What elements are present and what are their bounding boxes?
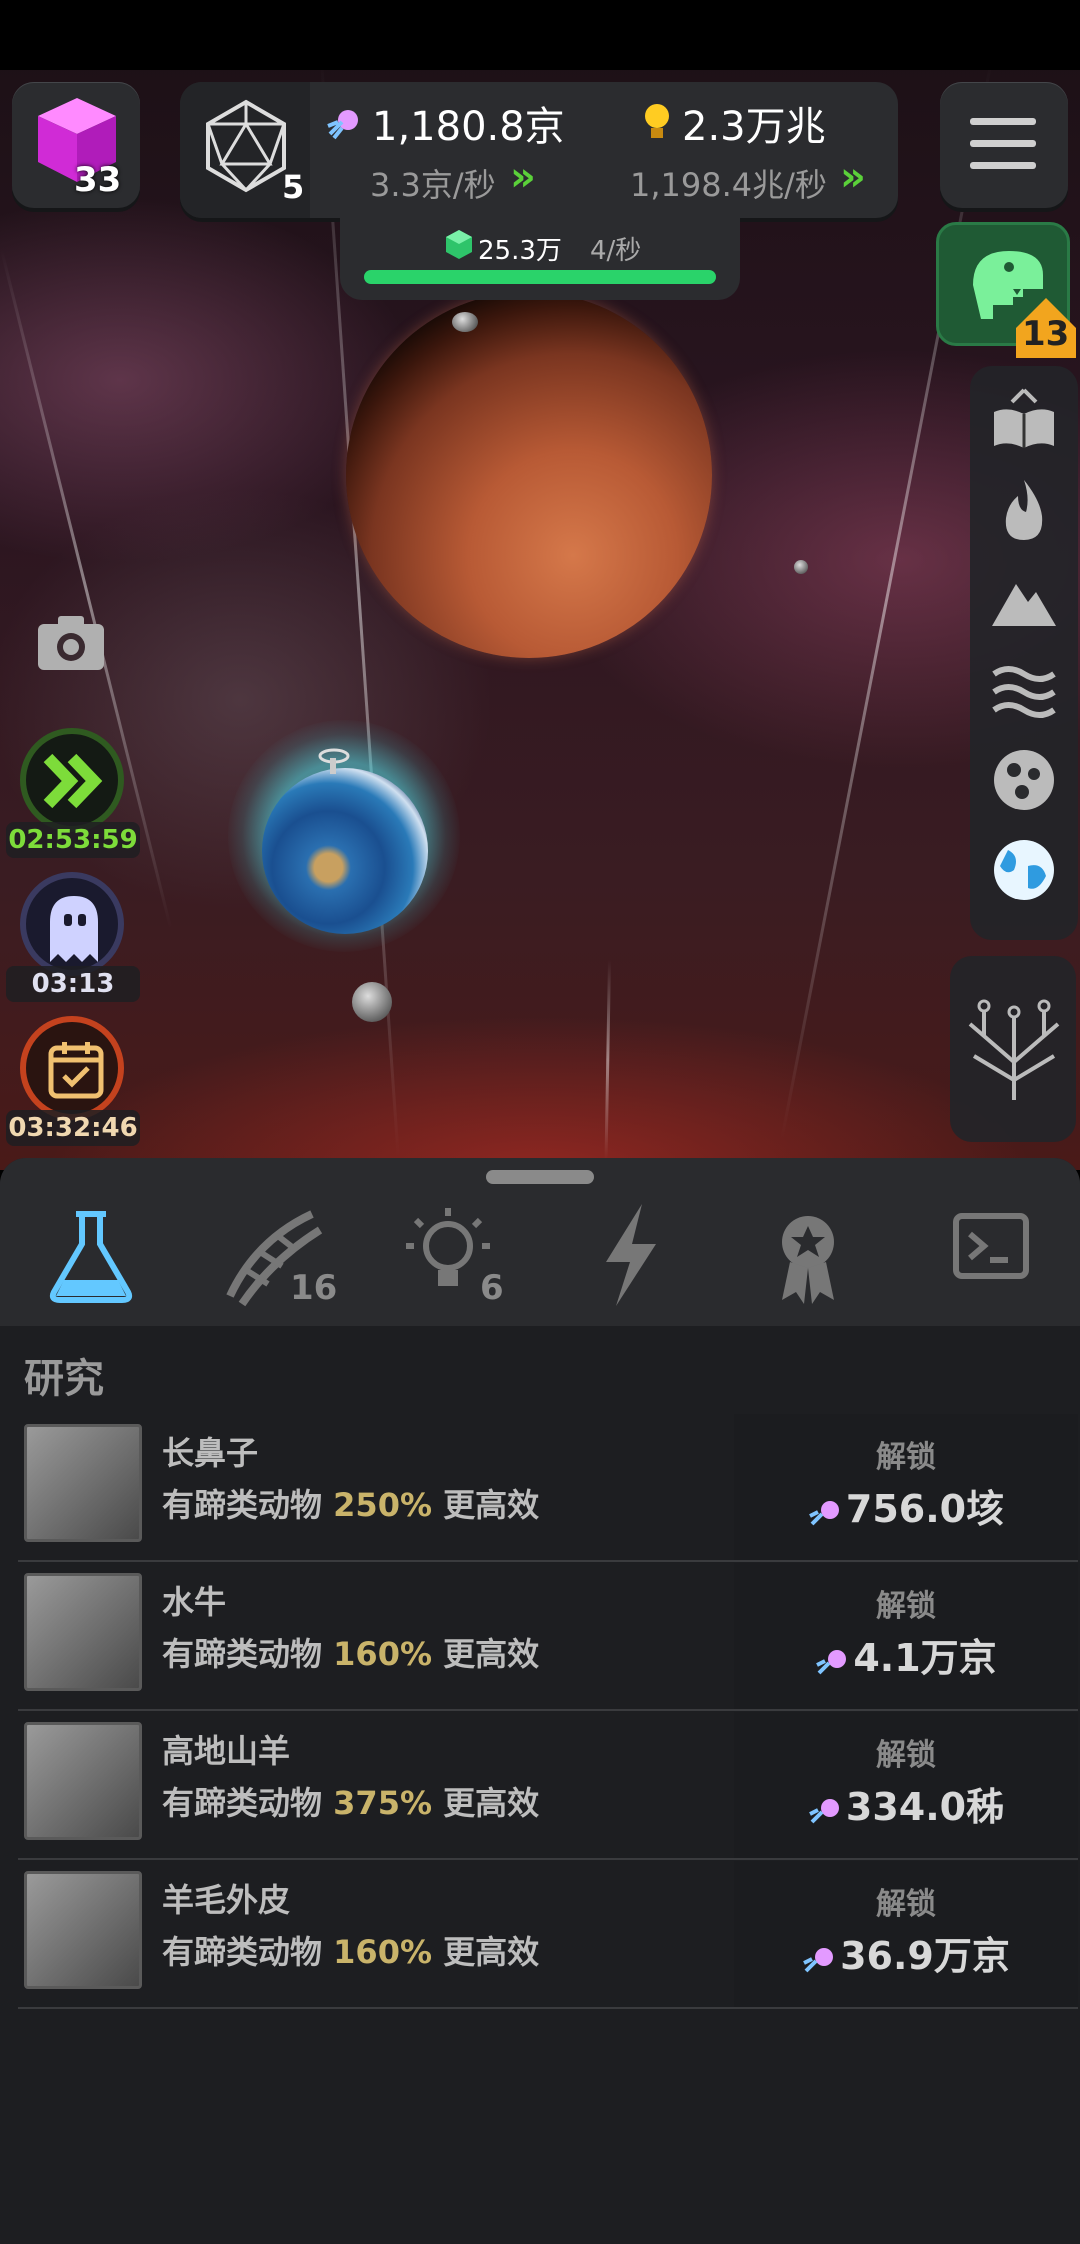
terminal-icon bbox=[953, 1213, 1029, 1279]
unlock-label: 解锁 bbox=[876, 1589, 936, 1624]
moon bbox=[452, 312, 478, 332]
tab-research[interactable] bbox=[36, 1200, 146, 1310]
resource2-rate: 1,198.4兆/秒 bbox=[630, 166, 827, 204]
lightbulb-icon bbox=[645, 104, 669, 138]
research-description: 有蹄类动物 250% 更高效 bbox=[162, 1486, 540, 1524]
camera-icon[interactable] bbox=[36, 612, 106, 672]
unlock-button[interactable]: 解锁 36.9万京 bbox=[734, 1861, 1078, 2007]
energy-gem-icon bbox=[808, 1500, 839, 1525]
cell-icon[interactable] bbox=[990, 746, 1058, 814]
flask-icon bbox=[49, 1211, 133, 1303]
section-title: 研究 bbox=[24, 1356, 104, 1402]
speed-boost-button[interactable] bbox=[20, 728, 124, 832]
fast-forward-icon bbox=[43, 753, 103, 809]
dna-count: 16 bbox=[290, 1268, 338, 1308]
resource2-boost-icon: » bbox=[840, 154, 866, 200]
resource1-rate: 3.3京/秒 bbox=[370, 166, 496, 204]
unlock-cost: 334.0秭 bbox=[734, 1776, 1078, 1831]
ghost-timer: 03:13 bbox=[6, 966, 140, 1002]
research-row[interactable]: 高地山羊 有蹄类动物 375% 更高效 解锁 334.0秭 bbox=[18, 1712, 1078, 1860]
d20-icon bbox=[206, 99, 286, 193]
mountain-icon[interactable] bbox=[990, 566, 1058, 634]
research-description: 有蹄类动物 160% 更高效 bbox=[162, 1933, 540, 1971]
resource2-value: 2.3万兆 bbox=[682, 104, 826, 150]
unlock-cost: 756.0垓 bbox=[734, 1478, 1078, 1533]
buffalo-thumbnail bbox=[24, 1573, 142, 1691]
drag-handle[interactable] bbox=[486, 1170, 594, 1184]
ghost-icon bbox=[50, 896, 98, 962]
light-beam bbox=[604, 960, 611, 1161]
unlock-label: 解锁 bbox=[876, 1738, 936, 1773]
satellite-icon bbox=[318, 748, 350, 774]
cube-count: 33 bbox=[74, 160, 122, 200]
resource-panel: 5 1,180.8京 3.3京/秒 » 2.3万兆 1,198.4兆/秒 » bbox=[180, 82, 898, 218]
research-row[interactable]: 羊毛外皮 有蹄类动物 160% 更高效 解锁 36.9万京 bbox=[18, 1861, 1078, 2009]
award-icon bbox=[782, 1216, 834, 1304]
fire-icon[interactable] bbox=[990, 476, 1058, 544]
lightning-icon bbox=[606, 1204, 656, 1306]
earth-icon[interactable] bbox=[990, 836, 1058, 904]
tree-icon bbox=[968, 999, 1060, 1100]
research-row[interactable]: 水牛 有蹄类动物 160% 更高效 解锁 4.1万京 bbox=[18, 1563, 1078, 1711]
mars-planet[interactable] bbox=[346, 292, 712, 658]
status-bar bbox=[0, 0, 1080, 70]
moon bbox=[794, 560, 808, 574]
game-screen: 33 5 1,180.8京 3.3京/秒 » 2.3万兆 1,198.4兆/秒 … bbox=[0, 0, 1080, 2244]
unlock-label: 解锁 bbox=[876, 1440, 936, 1475]
research-row[interactable]: 长鼻子 有蹄类动物 250% 更高效 解锁 756.0垓 bbox=[18, 1414, 1078, 1562]
speed-timer: 02:53:59 bbox=[6, 822, 140, 858]
tab-power[interactable] bbox=[576, 1200, 686, 1310]
research-name: 羊毛外皮 bbox=[162, 1881, 291, 1919]
energy-gem-icon bbox=[327, 110, 358, 140]
progress-bar bbox=[364, 270, 716, 284]
calendar-icon bbox=[48, 1042, 104, 1099]
water-icon[interactable] bbox=[990, 656, 1058, 724]
research-name: 高地山羊 bbox=[162, 1732, 291, 1770]
category-sidebar bbox=[970, 366, 1078, 940]
goat-thumbnail bbox=[24, 1871, 142, 1989]
ibex-thumbnail bbox=[24, 1722, 142, 1840]
elephant-thumbnail bbox=[24, 1424, 142, 1542]
evolution-tree-button[interactable] bbox=[950, 956, 1076, 1142]
green-cube-icon bbox=[446, 230, 472, 259]
tab-achievements[interactable] bbox=[756, 1200, 866, 1310]
dinosaur-level: 13 bbox=[1022, 314, 1070, 354]
progress-value: 25.3万 bbox=[478, 236, 562, 266]
ghost-button[interactable] bbox=[20, 872, 124, 976]
unlock-cost: 4.1万京 bbox=[734, 1627, 1078, 1682]
hamburger-icon bbox=[970, 118, 1036, 169]
unlock-button[interactable]: 解锁 334.0秭 bbox=[734, 1712, 1078, 1858]
moon bbox=[352, 982, 392, 1022]
resource1-boost-icon: » bbox=[510, 154, 536, 200]
earth-planet[interactable] bbox=[262, 768, 428, 934]
unlock-cost: 36.9万京 bbox=[734, 1925, 1078, 1980]
unlock-button[interactable]: 解锁 756.0垓 bbox=[734, 1414, 1078, 1560]
calendar-button[interactable] bbox=[20, 1016, 124, 1120]
unlock-label: 解锁 bbox=[876, 1887, 936, 1922]
resource1-value: 1,180.8京 bbox=[372, 104, 565, 150]
book-icon[interactable] bbox=[990, 386, 1058, 454]
progress-panel: 25.3万 4/秒 bbox=[340, 218, 740, 300]
energy-gem-icon bbox=[803, 1947, 834, 1972]
dice-count: 5 bbox=[282, 168, 305, 206]
progress-rate: 4/秒 bbox=[590, 236, 642, 266]
energy-gem-icon bbox=[808, 1798, 839, 1823]
energy-gem-icon bbox=[816, 1649, 847, 1674]
research-name: 长鼻子 bbox=[162, 1434, 259, 1472]
menu-button[interactable] bbox=[940, 82, 1068, 208]
research-description: 有蹄类动物 160% 更高效 bbox=[162, 1635, 540, 1673]
progress-bar-fill bbox=[364, 270, 716, 284]
ideas-count: 6 bbox=[480, 1268, 504, 1308]
research-name: 水牛 bbox=[162, 1583, 227, 1621]
unlock-button[interactable]: 解锁 4.1万京 bbox=[734, 1563, 1078, 1709]
calendar-timer: 03:32:46 bbox=[6, 1110, 140, 1146]
tab-terminal[interactable] bbox=[936, 1200, 1046, 1310]
research-description: 有蹄类动物 375% 更高效 bbox=[162, 1784, 540, 1822]
